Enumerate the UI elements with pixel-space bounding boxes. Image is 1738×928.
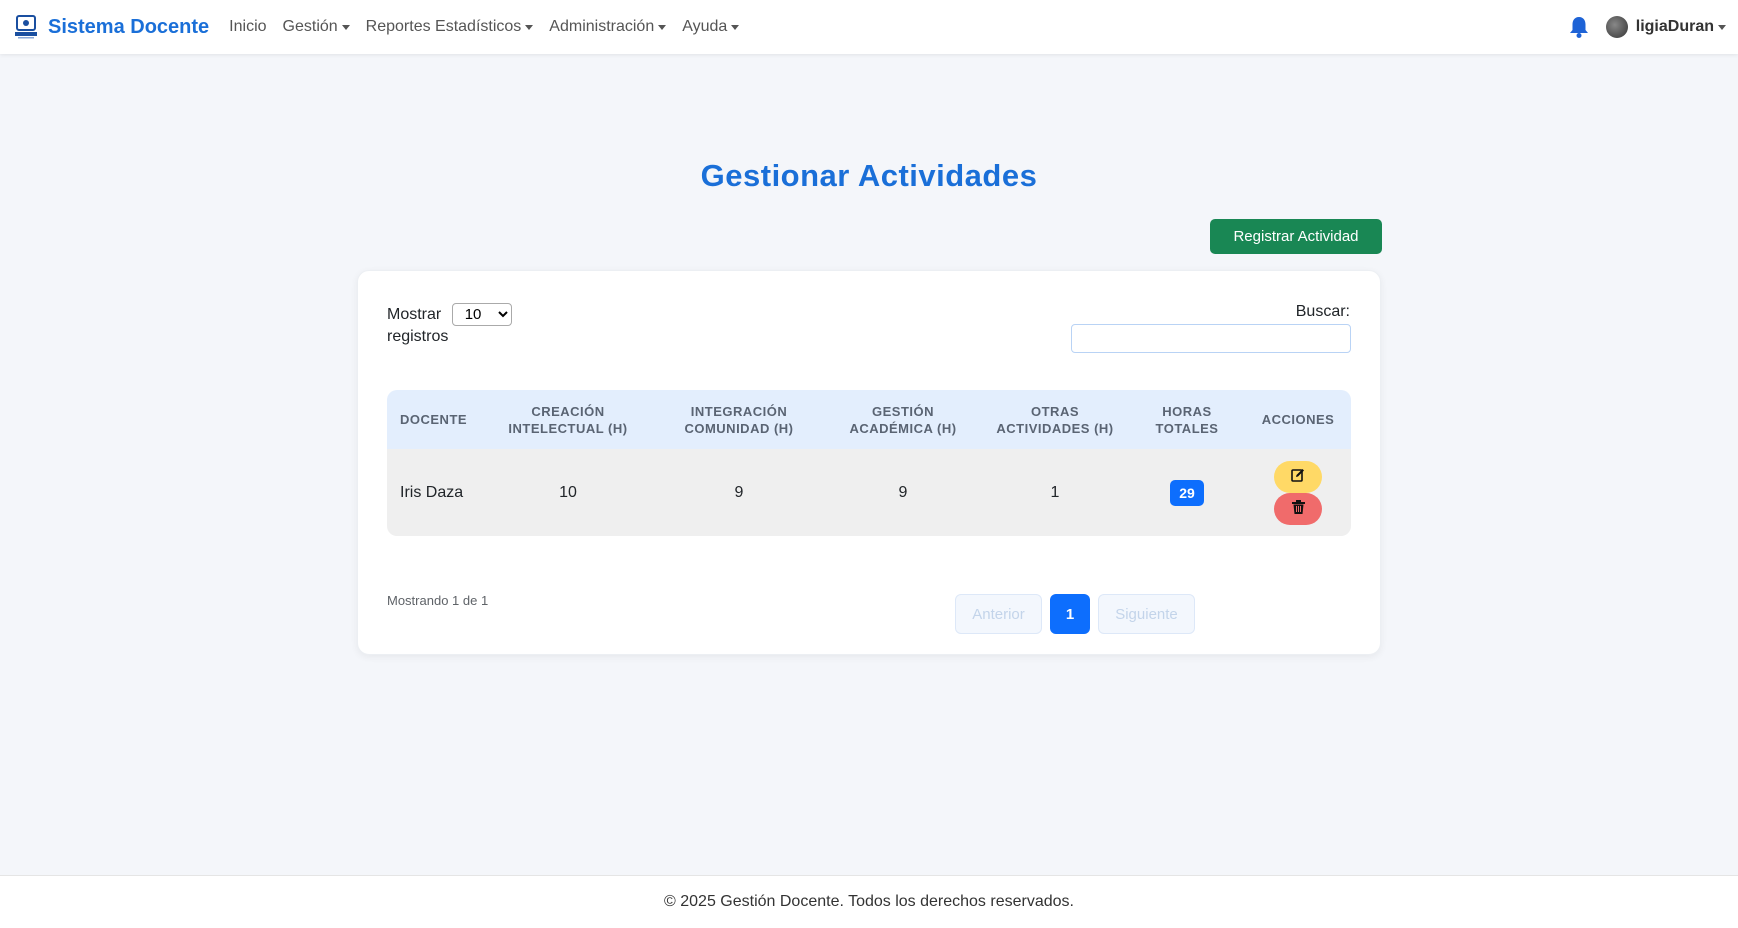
brand-title: Sistema Docente — [48, 15, 210, 38]
delete-button[interactable] — [1274, 492, 1322, 525]
pagination-next-button[interactable]: Siguiente — [1098, 594, 1195, 634]
caret-down-icon — [658, 24, 667, 30]
nav-item-label: Reportes Estadísticos — [365, 18, 522, 35]
nav-item-ayuda[interactable]: Ayuda — [674, 18, 747, 36]
records-label: registros — [387, 328, 449, 345]
pagination-page-button[interactable]: 1 — [1050, 594, 1090, 634]
cell-otras: 1 — [1050, 483, 1060, 501]
nav-item-gestion[interactable]: Gestión — [275, 18, 358, 36]
pagination-prev-button[interactable]: Anterior — [955, 594, 1042, 634]
column-header-gestion[interactable]: GESTIÓN ACADÉMICA (H) — [825, 390, 981, 449]
search-input[interactable] — [1071, 324, 1351, 353]
cell-actions — [1245, 449, 1351, 536]
activities-table: DOCENTE CREACIÓN INTELECTUAL (H) INTEGRA… — [387, 390, 1351, 536]
page-title: Gestionar Actividades — [700, 158, 1038, 193]
main-menu: Inicio Gestión Reportes Estadísticos Adm… — [221, 18, 747, 36]
nav-item-label: Inicio — [229, 18, 267, 35]
edit-button[interactable] — [1274, 460, 1322, 493]
column-header-creacion[interactable]: CREACIÓN INTELECTUAL (H) — [483, 390, 653, 449]
table-row: Iris Daza 10 9 9 1 29 — [387, 449, 1351, 536]
column-header-docente[interactable]: DOCENTE — [387, 390, 483, 449]
avatar[interactable] — [1605, 16, 1628, 38]
nav-item-label: Administración — [549, 18, 655, 35]
nav-item-inicio[interactable]: Inicio — [221, 18, 274, 36]
pagination: Anterior 1 Siguiente — [955, 594, 1203, 634]
caret-down-icon — [525, 24, 534, 30]
nav-item-reportes[interactable]: Reportes Estadísticos — [358, 18, 542, 36]
column-header-otras[interactable]: OTRAS ACTIVIDADES (H) — [981, 390, 1129, 449]
page-length-select[interactable]: 10 — [451, 303, 512, 326]
top-navbar: Sistema Docente Inicio Gestión Reportes … — [0, 0, 1738, 54]
edit-icon — [1291, 468, 1305, 485]
cell-total: 29 — [1129, 449, 1245, 536]
table-header-row: DOCENTE CREACIÓN INTELECTUAL (H) INTEGRA… — [387, 390, 1351, 449]
nav-item-administracion[interactable]: Administración — [541, 18, 674, 36]
brand[interactable]: Sistema Docente — [12, 13, 209, 41]
nav-item-label: Ayuda — [682, 18, 728, 35]
row-actions — [1245, 460, 1351, 525]
cell-integracion: 9 — [734, 483, 744, 501]
footer-text: © 2025 Gestión Docente. Todos los derech… — [664, 893, 1074, 910]
nav-item-label: Gestión — [282, 18, 338, 35]
user-name: ligiaDuran — [1635, 18, 1714, 35]
show-label: Mostrar — [387, 306, 442, 323]
cell-gestion: 9 — [898, 483, 908, 501]
page-length-control: Mostrar 10 registros — [387, 303, 512, 348]
register-activity-button[interactable]: Registrar Actividad — [1210, 219, 1382, 254]
table-info: Mostrando 1 de 1 — [387, 593, 489, 608]
caret-down-icon — [1718, 24, 1726, 30]
caret-down-icon — [731, 24, 740, 30]
nav-right: ligiaDuran — [1568, 15, 1726, 39]
column-header-integracion[interactable]: INTEGRACIÓN COMUNIDAD (H) — [653, 390, 825, 449]
activities-table-wrap: DOCENTE CREACIÓN INTELECTUAL (H) INTEGRA… — [387, 390, 1351, 536]
column-header-acciones: ACCIONES — [1261, 412, 1335, 427]
uptaeb-logo-icon — [12, 13, 40, 41]
user-menu[interactable]: ligiaDuran — [1636, 18, 1726, 36]
footer: © 2025 Gestión Docente. Todos los derech… — [0, 875, 1738, 928]
cell-docente: Iris Daza — [400, 483, 464, 501]
search-label: Buscar: — [1295, 303, 1350, 320]
trash-icon — [1291, 500, 1305, 517]
total-hours-badge: 29 — [1170, 479, 1204, 506]
caret-down-icon — [341, 24, 350, 30]
column-header-total[interactable]: HORAS TOTALES — [1129, 390, 1245, 449]
cell-creacion: 10 — [559, 483, 577, 501]
bell-icon[interactable] — [1568, 15, 1590, 39]
activities-card: Mostrar 10 registros Buscar: DOCENTE CRE… — [357, 270, 1381, 655]
